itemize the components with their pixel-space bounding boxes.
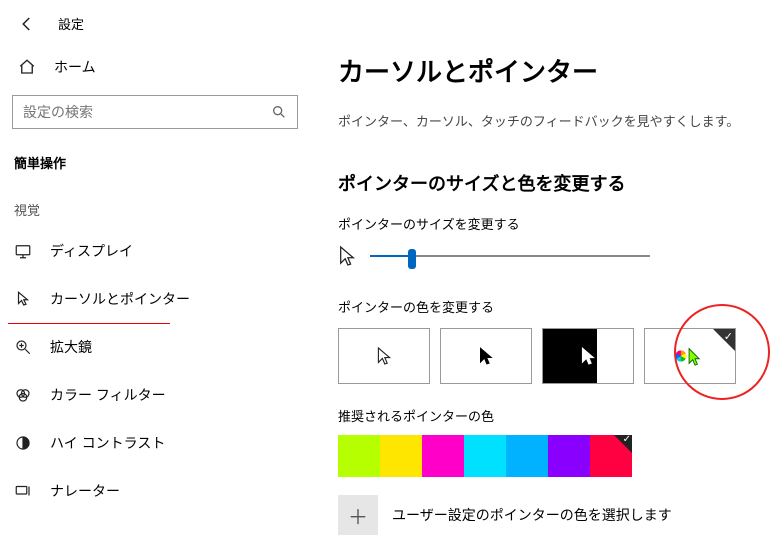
swatch-4[interactable] (506, 435, 548, 477)
swatch-5[interactable] (548, 435, 590, 477)
swatch-2[interactable] (422, 435, 464, 477)
swatch-0[interactable] (338, 435, 380, 477)
recommended-swatches (338, 435, 760, 477)
sidebar-item-narrator[interactable]: ナレーター (0, 467, 310, 515)
search-icon (271, 104, 287, 120)
pointer-size-slider[interactable] (370, 246, 650, 266)
search-input[interactable] (23, 104, 271, 120)
nav-label: カーソルとポインター (50, 289, 190, 309)
sidebar-item-home[interactable]: ホーム (0, 47, 310, 87)
nav-label: カラー フィルター (50, 385, 166, 405)
size-section-title: ポインターのサイズと色を変更する (338, 170, 760, 196)
pointer-color-invert[interactable] (542, 328, 634, 384)
narrator-icon (14, 482, 32, 500)
display-icon (14, 242, 32, 260)
color-filter-icon (14, 386, 32, 404)
nav-label: ディスプレイ (50, 241, 133, 261)
pointer-color-custom[interactable]: ✓ (644, 328, 736, 384)
sidebar-item-cursor-pointer[interactable]: カーソルとポインター (0, 275, 310, 323)
sidebar-group-label: 簡単操作 (0, 147, 310, 178)
pointer-size-label: ポインターのサイズを変更する (338, 214, 760, 233)
search-input-container[interactable] (12, 95, 298, 129)
custom-color-label: ユーザー設定のポインターの色を選択します (392, 505, 672, 525)
slider-thumb[interactable] (408, 249, 416, 269)
swatch-1[interactable] (380, 435, 422, 477)
sidebar-item-display[interactable]: ディスプレイ (0, 227, 310, 275)
small-cursor-icon (338, 245, 356, 267)
home-label: ホーム (54, 57, 96, 77)
slider-fill (370, 255, 412, 257)
sidebar-item-high-contrast[interactable]: ハイ コントラスト (0, 419, 310, 467)
page-subheading: ポインター、カーソル、タッチのフィードバックを見やすくします。 (338, 111, 760, 130)
pointer-color-white[interactable] (338, 328, 430, 384)
annotation-underline (8, 323, 170, 324)
checkmark-icon: ✓ (724, 330, 733, 343)
plus-icon: ＋ (348, 501, 368, 530)
swatch-3[interactable] (464, 435, 506, 477)
settings-title: 設定 (58, 14, 84, 33)
home-icon (18, 58, 36, 76)
settings-sidebar: 設定 ホーム 簡単操作 視覚 ディスプレイ カーソルとポインター 拡大鏡 (0, 0, 310, 541)
page-title: カーソルとポインター (338, 52, 760, 89)
sidebar-vision-label: 視覚 (0, 178, 310, 227)
sidebar-item-color-filter[interactable]: カラー フィルター (0, 371, 310, 419)
nav-label: ハイ コントラスト (50, 433, 165, 453)
contrast-icon (14, 434, 32, 452)
pointer-color-black[interactable] (440, 328, 532, 384)
recommended-colors-label: 推奨されるポインターの色 (338, 406, 760, 425)
custom-color-button[interactable]: ＋ (338, 495, 378, 535)
nav-label: 拡大鏡 (50, 337, 92, 357)
nav-label: ナレーター (50, 481, 120, 501)
magnifier-icon (14, 338, 32, 356)
swatch-6[interactable] (590, 435, 632, 477)
sidebar-item-magnifier[interactable]: 拡大鏡 (0, 323, 310, 371)
pointer-color-label: ポインターの色を変更する (338, 297, 760, 316)
back-icon[interactable] (18, 15, 36, 33)
cursor-icon (14, 290, 32, 308)
pointer-color-options: ✓ (338, 328, 760, 384)
main-panel: カーソルとポインター ポインター、カーソル、タッチのフィードバックを見やすくしま… (310, 0, 780, 541)
